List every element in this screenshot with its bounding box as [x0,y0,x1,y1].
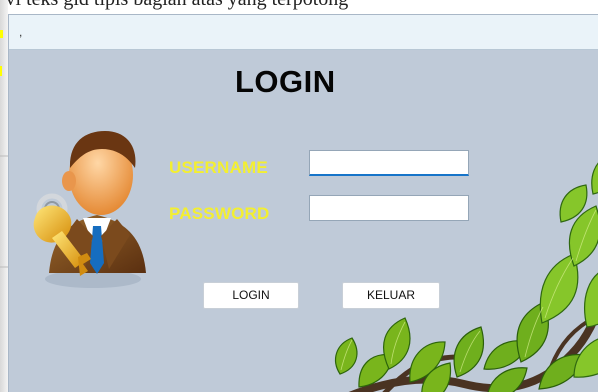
username-label: USERNAME [169,158,268,177]
left-yellow-mark-1 [0,30,3,38]
leaf-right-1 [539,253,579,324]
top-cut-text: jvl teks gid tipis bagian atas yang terp… [0,0,348,11]
titlebar-mark: , [19,25,23,39]
leaf-right-6 [591,162,598,195]
login-window: , LOGIN USERNAME PASSWORD LOGIN KELUAR [8,14,598,392]
leaf-middle-1 [453,326,485,378]
left-edge-marks [0,30,8,268]
left-yellow-mark-2 [0,66,2,76]
leaf-cluster-right [539,162,598,378]
page-title: LOGIN [235,64,336,99]
login-screen: jvl teks gid tipis bagian atas yang terp… [0,0,598,392]
leaf-left-3 [382,317,411,370]
leafy-branch-icon [335,162,598,392]
leaf-left-1 [335,337,358,375]
login-button[interactable]: LOGIN [203,282,299,309]
user-key-icon [33,131,146,288]
avatar-ear [62,171,76,191]
window-titlebar: , [9,15,598,50]
leaf-right-4 [584,272,598,328]
password-label: PASSWORD [169,204,270,223]
leaf-cluster-middle [453,301,588,392]
